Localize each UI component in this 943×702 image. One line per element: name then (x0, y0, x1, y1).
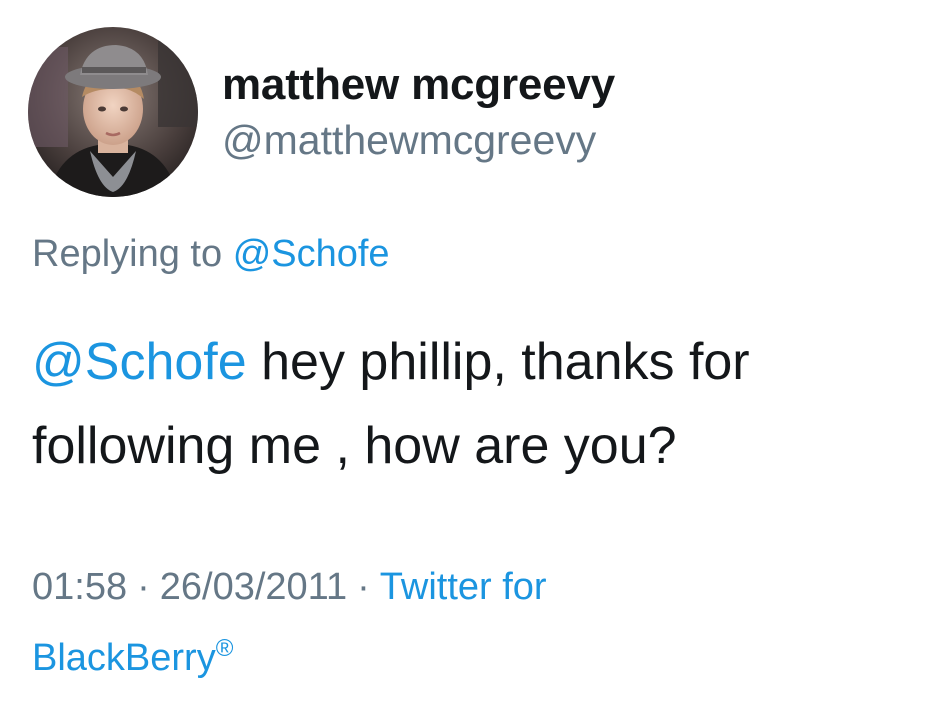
tweet-mention-link[interactable]: @Schofe (32, 333, 247, 391)
replying-to-prefix: Replying to (32, 233, 223, 275)
tweet-time[interactable]: 01:58 (32, 566, 127, 608)
meta-separator: · (137, 566, 150, 608)
replying-to-mention-link[interactable]: @Schofe (233, 233, 390, 275)
tweet-meta: 01:58 · 26/03/2011 · Twitter for BlackBerry® (32, 556, 912, 689)
tweet-source-link[interactable]: Twitter for (380, 566, 547, 608)
tweet-card: matthew mcgreevy @matthewmcgreevy Replyi… (0, 0, 943, 702)
avatar[interactable] (28, 27, 198, 197)
tweet-meta-line-1: 01:58 · 26/03/2011 · Twitter for (32, 556, 912, 618)
author-display-name[interactable]: matthew mcgreevy (222, 57, 615, 113)
profile-photo-icon (28, 27, 198, 197)
author-names: matthew mcgreevy @matthewmcgreevy (222, 57, 615, 167)
tweet-date[interactable]: 26/03/2011 (160, 566, 347, 608)
author-handle[interactable]: @matthewmcgreevy (222, 113, 615, 167)
tweet-text: @Schofe hey phillip, thanks for followin… (32, 320, 932, 488)
meta-separator: · (357, 566, 370, 608)
tweet-header: matthew mcgreevy @matthewmcgreevy (28, 22, 615, 202)
replying-to-line: Replying to @Schofe (32, 226, 390, 282)
tweet-meta-line-2: BlackBerry® (32, 618, 912, 689)
registered-mark: ® (215, 635, 234, 662)
tweet-source-link-continued[interactable]: BlackBerry (32, 637, 216, 679)
